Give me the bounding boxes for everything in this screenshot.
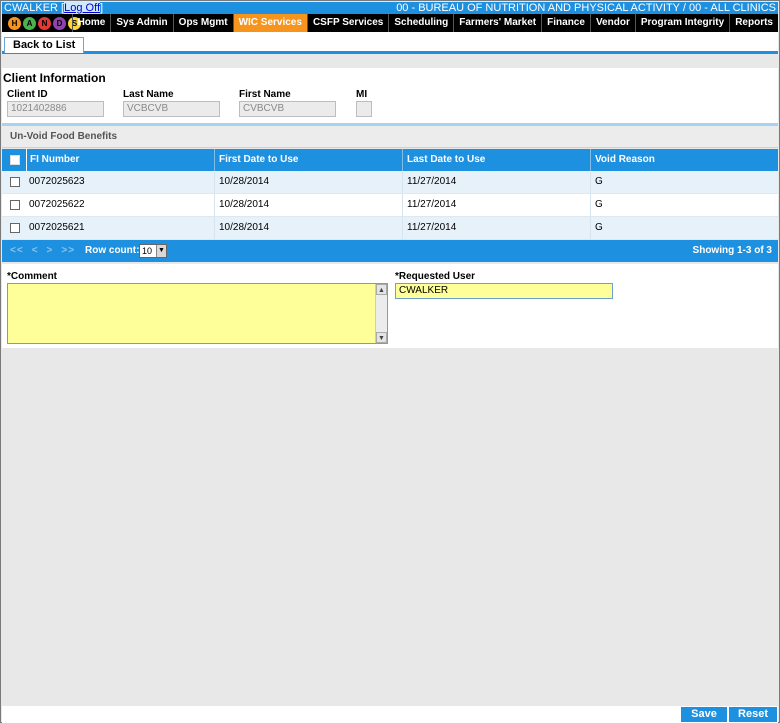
row-checkbox[interactable] [10,177,20,187]
back-bar: Back to List [2,32,778,54]
void-reason-cell: G [590,171,778,193]
row-count-value: 10 [142,246,153,256]
comment-textarea[interactable]: ▲ ▼ [7,283,388,344]
nav-item-csfp-services[interactable]: CSFP Services [306,14,388,32]
first-date-cell: 10/28/2014 [214,217,402,239]
logo-letter: A [23,16,36,30]
void-reason-cell: G [590,194,778,216]
comment-label: *Comment [7,271,58,282]
column-header-void-reason[interactable]: Void Reason [590,149,778,171]
last-date-cell: 11/27/2014 [402,171,590,193]
first-name-label: First Name [239,89,291,100]
last-date-cell: 11/27/2014 [402,217,590,239]
nav-item-reports[interactable]: Reports [729,14,778,32]
nav-item-farmers-market[interactable]: Farmers' Market [453,14,541,32]
mi-label: MI [356,89,368,100]
first-date-cell: 10/28/2014 [214,171,402,193]
nav-item-program-integrity[interactable]: Program Integrity [634,14,729,32]
nav-item-finance[interactable]: Finance [541,14,590,32]
next-page-button[interactable]: > [47,245,54,256]
client-information-panel: Client Information Client ID 1021402886 … [2,68,778,124]
grid-body: 0072025623 10/28/2014 11/27/2014 G 007202562… [2,171,778,240]
last-name-field: VCBCVB [123,101,220,117]
row-select-cell [2,194,26,216]
client-id-field: 1021402886 [7,101,104,117]
last-page-button[interactable]: >> [61,245,75,256]
nav-item-ops-mgmt[interactable]: Ops Mgmt [172,14,233,32]
logo-letter: H [8,16,21,30]
nav-item-home[interactable]: Home [71,14,111,32]
row-select-cell [2,171,26,193]
first-page-button[interactable]: << [10,245,24,256]
column-header-fi-number[interactable]: FI Number [26,149,214,171]
mi-field [356,101,372,117]
main-nav-bar: HANDS Home Sys Admin Ops Mgmt WIC Services C… [2,14,778,32]
first-date-cell: 10/28/2014 [214,194,402,216]
row-count-label: Row count: [85,245,140,256]
comment-scrollbar[interactable]: ▲ ▼ [375,284,387,343]
save-button[interactable]: Save [681,707,727,722]
showing-count: Showing 1-3 of 3 [692,245,772,256]
table-row[interactable]: 0072025621 10/28/2014 11/27/2014 G [2,217,778,240]
client-information-title: Client Information [3,71,106,85]
app-window: CWALKER [Log Off] 00 - BUREAU OF NUTRITI… [0,0,780,723]
row-count-select[interactable]: 10 ▼ [139,244,167,258]
table-row[interactable]: 0072025623 10/28/2014 11/27/2014 G [2,171,778,194]
footer-bar: Save Reset [2,706,778,723]
nav-item-sys-admin[interactable]: Sys Admin [110,14,172,32]
fi-number-cell: 0072025623 [29,176,85,187]
logo-letter: D [53,16,66,30]
void-reason-cell: G [590,217,778,239]
select-all-checkbox[interactable] [10,155,20,165]
first-name-field: CVBCVB [239,101,336,117]
fi-number-cell: 0072025622 [29,199,85,210]
main-menu: Home Sys Admin Ops Mgmt WIC Services CSFP Se… [71,14,778,32]
fi-number-cell: 0072025621 [29,222,85,233]
scroll-down-icon[interactable]: ▼ [376,332,387,343]
column-header-first-date[interactable]: First Date to Use [214,149,402,171]
chevron-down-icon: ▼ [156,245,166,257]
scroll-up-icon[interactable]: ▲ [376,284,387,295]
reset-button[interactable]: Reset [729,707,777,722]
logo-letter: N [38,16,51,30]
nav-item-vendor[interactable]: Vendor [589,14,635,32]
last-date-cell: 11/27/2014 [402,194,590,216]
column-header-last-date[interactable]: Last Date to Use [402,149,590,171]
nav-item-scheduling[interactable]: Scheduling [388,14,453,32]
client-id-label: Client ID [7,89,48,100]
table-row[interactable]: 0072025622 10/28/2014 11/27/2014 G [2,194,778,217]
grid-header: FI Number First Date to Use Last Date to… [2,149,778,171]
entry-panel: *Comment ▲ ▼ *Requested User CWALKER [2,264,778,348]
last-name-label: Last Name [123,89,174,100]
pager-arrows: << < > >> [10,240,83,262]
row-select-cell [2,217,26,239]
row-checkbox[interactable] [10,200,20,210]
grid-pager: << < > >> Row count: 10 ▼ Showing 1-3 of 3 [2,240,778,262]
select-all-cell [2,149,26,171]
requested-user-field[interactable]: CWALKER [395,283,613,299]
nav-item-wic-services[interactable]: WIC Services [232,14,307,32]
prev-page-button[interactable]: < [32,245,39,256]
requested-user-label: *Requested User [395,271,476,282]
logoff-link[interactable]: Log Off [64,2,101,14]
back-to-list-button[interactable]: Back to List [4,37,85,53]
benefits-grid: FI Number First Date to Use Last Date to… [2,149,778,240]
row-checkbox[interactable] [10,223,20,233]
section-header: Un-Void Food Benefits [2,126,778,148]
username: CWALKER [4,2,58,14]
